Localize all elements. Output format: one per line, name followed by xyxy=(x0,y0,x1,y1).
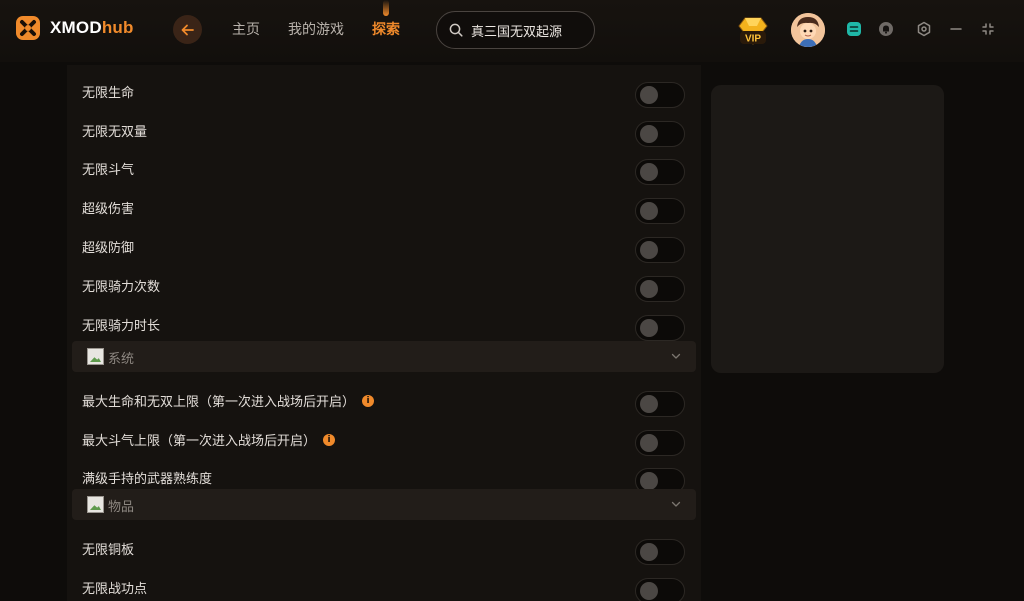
cheat-label: 无限无双量 xyxy=(82,125,148,140)
cheat-toggle[interactable] xyxy=(635,82,685,108)
cheat-label: 无限骑力次数 xyxy=(82,280,161,295)
avatar[interactable] xyxy=(791,13,825,47)
cheat-toggle[interactable] xyxy=(635,237,685,263)
chevron-down-icon xyxy=(671,353,681,359)
expand-icon xyxy=(982,23,994,35)
toggle-knob xyxy=(640,472,658,490)
search-input[interactable]: 真三国无双起源 xyxy=(436,11,595,49)
search-icon xyxy=(449,23,463,37)
cheat-label: 无限斗气 xyxy=(82,163,135,178)
cheat-label: 无限铜板 xyxy=(82,543,135,558)
section-title: 系统 xyxy=(108,352,135,367)
cheat-label: 最大生命和无双上限（第一次进入战场后开启） i xyxy=(82,391,375,410)
toggle-knob xyxy=(640,395,658,413)
xmod-logo-icon xyxy=(16,16,40,40)
top-bar: XMODhub 主页 我的游戏 探索 真三国无双起源 VIP xyxy=(0,0,1024,62)
toggle-knob xyxy=(640,582,658,600)
cheat-label: 满级手持的武器熟练度 xyxy=(82,472,213,487)
toggle-knob xyxy=(640,86,658,104)
cheat-toggle[interactable] xyxy=(635,315,685,341)
vip-badge-icon[interactable]: VIP xyxy=(735,14,771,48)
toggle-knob xyxy=(640,202,658,220)
avatar-face-icon xyxy=(791,13,825,47)
minimize-button[interactable] xyxy=(947,20,965,38)
cheat-row: 无限骑力次数 xyxy=(67,264,701,302)
cheat-toggle[interactable] xyxy=(635,391,685,417)
toolbox-button[interactable] xyxy=(845,20,863,38)
cheat-row: 超级防御 xyxy=(67,225,701,263)
toggle-knob xyxy=(640,280,658,298)
fullscreen-button[interactable] xyxy=(979,20,997,38)
cheat-list-panel: 无限生命 无限无双量 无限斗气 超级伤害 超级防御 无限骑力次数 无限骑力时长 … xyxy=(67,65,701,601)
cheat-label: 无限骑力时长 xyxy=(82,319,161,334)
section-header-items[interactable]: 物品 xyxy=(72,489,696,520)
cheat-row: 无限斗气 xyxy=(67,147,701,185)
nav-my-games[interactable]: 我的游戏 xyxy=(288,19,344,39)
toggle-knob xyxy=(640,319,658,337)
broken-image-icon xyxy=(87,348,104,365)
app-name: XMODhub xyxy=(50,18,134,37)
cheat-toggle[interactable] xyxy=(635,539,685,565)
chevron-down-icon xyxy=(671,501,681,507)
back-button[interactable] xyxy=(173,15,202,44)
info-icon[interactable]: i xyxy=(362,394,375,407)
toggle-knob xyxy=(640,543,658,561)
toggle-knob xyxy=(640,434,658,452)
nav-explore[interactable]: 探索 xyxy=(372,0,400,39)
cheat-row: 超级伤害 xyxy=(67,186,701,224)
section-header-system[interactable]: 系统 xyxy=(72,341,696,372)
arrow-left-icon xyxy=(181,24,194,35)
settings-button[interactable] xyxy=(915,20,933,38)
toggle-knob xyxy=(640,241,658,259)
cheat-toggle[interactable] xyxy=(635,121,685,147)
gear-icon xyxy=(917,21,931,37)
broken-image-icon xyxy=(87,496,104,513)
app-logo[interactable]: XMODhub xyxy=(14,14,134,42)
toggle-knob xyxy=(640,163,658,181)
cheat-toggle[interactable] xyxy=(635,198,685,224)
cheat-toggle[interactable] xyxy=(635,430,685,456)
section-title: 物品 xyxy=(108,500,135,515)
cheat-label: 最大斗气上限（第一次进入战场后开启） i xyxy=(82,430,336,449)
cheat-toggle[interactable] xyxy=(635,159,685,185)
cheat-row: 无限铜板 xyxy=(67,527,701,565)
cheat-label: 无限生命 xyxy=(82,86,135,101)
nav-home[interactable]: 主页 xyxy=(232,19,260,39)
toolbox-icon xyxy=(847,22,861,36)
cheat-row: 最大生命和无双上限（第一次进入战场后开启） i xyxy=(67,379,701,417)
cheat-row: 无限无双量 xyxy=(67,109,701,147)
bell-icon xyxy=(879,22,893,36)
cheat-toggle[interactable] xyxy=(635,578,685,601)
window-controls xyxy=(845,20,1011,38)
cheat-label: 超级伤害 xyxy=(82,202,135,217)
notification-button[interactable] xyxy=(877,20,895,38)
cheat-row: 无限战功点 xyxy=(67,566,701,601)
toggle-knob xyxy=(640,125,658,143)
cheat-row: 无限生命 xyxy=(67,70,701,108)
minimize-icon xyxy=(950,28,962,30)
cheat-toggle[interactable] xyxy=(635,276,685,302)
cheat-label: 无限战功点 xyxy=(82,582,148,597)
cheat-row: 最大斗气上限（第一次进入战场后开启） i xyxy=(67,418,701,456)
search-value: 真三国无双起源 xyxy=(471,24,563,40)
vip-label: VIP xyxy=(745,34,761,45)
info-icon[interactable]: i xyxy=(323,433,336,446)
main-nav: 主页 我的游戏 探索 xyxy=(232,0,428,39)
cheat-row: 无限骑力时长 xyxy=(67,303,701,341)
side-info-card xyxy=(711,85,944,373)
cheat-label: 超级防御 xyxy=(82,241,135,256)
